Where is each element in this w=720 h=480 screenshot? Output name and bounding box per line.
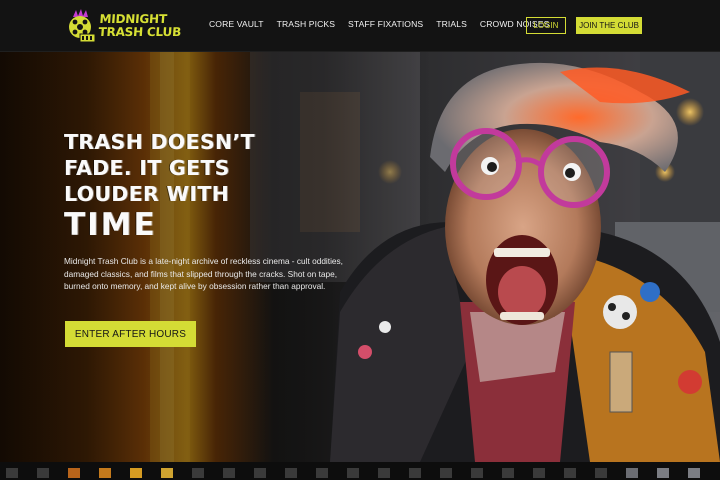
brand-logo[interactable]: MIDNIGHT TRASH CLUB	[66, 9, 182, 43]
hero-headline-line-3: LOUDER WITH	[64, 182, 230, 206]
hero-headline-line-1: TRASH DOESN’T	[64, 130, 255, 154]
hero-headline-line-2: FADE. IT GETS	[64, 156, 230, 180]
join-club-button[interactable]: JOIN THE CLUB	[576, 17, 642, 34]
film-reel-ghoul-icon	[66, 9, 96, 43]
main-nav: CORE VAULT TRASH PICKS STAFF FIXATIONS T…	[209, 19, 562, 29]
hero-section: TRASH DOESN’T FADE. IT GETS LOUDER WITH …	[0, 52, 720, 462]
hero-headline-line-4: TIME	[64, 207, 157, 243]
nav-item-trash-picks[interactable]: TRASH PICKS	[277, 19, 335, 29]
hero-headline: TRASH DOESN’T FADE. IT GETS LOUDER WITH …	[64, 129, 304, 243]
brand-line-2: TRASH CLUB	[98, 25, 182, 39]
nav-item-trials[interactable]: TRIALS	[436, 19, 467, 29]
film-strip-decoration	[0, 462, 720, 480]
site-header: MIDNIGHT TRASH CLUB CORE VAULT TRASH PIC…	[0, 0, 720, 52]
enter-after-hours-button[interactable]: ENTER AFTER HOURS	[65, 321, 196, 347]
login-button[interactable]: LOGIN	[526, 17, 566, 34]
nav-item-staff-fixations[interactable]: STAFF FIXATIONS	[348, 19, 423, 29]
nav-item-core-vault[interactable]: CORE VAULT	[209, 19, 264, 29]
brand-wordmark: MIDNIGHT TRASH CLUB	[98, 12, 182, 39]
hero-description: Midnight Trash Club is a late-night arch…	[64, 256, 343, 292]
